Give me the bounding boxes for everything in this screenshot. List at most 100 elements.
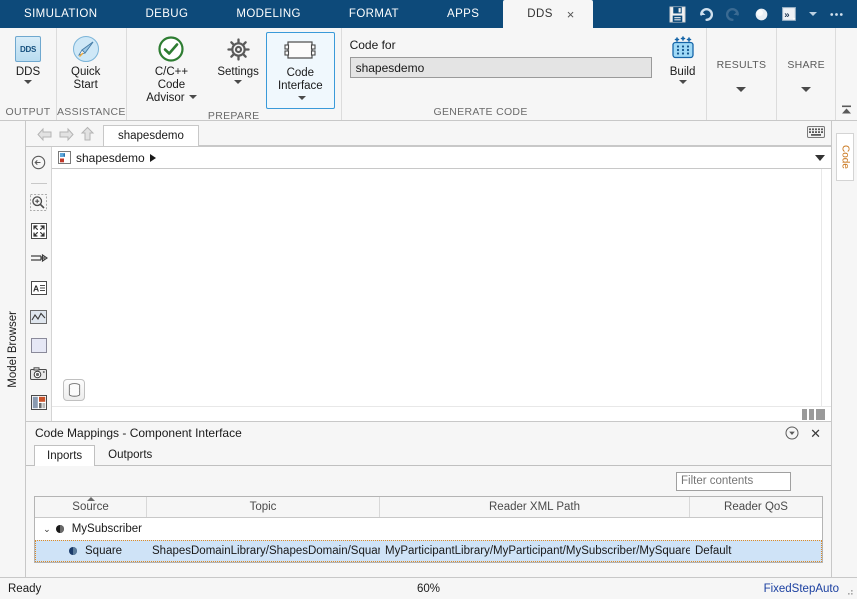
expand-collapse-icon[interactable]: ⌄ — [40, 524, 54, 535]
right-panel-strip: Code — [831, 121, 857, 577]
chevron-down-icon[interactable] — [801, 87, 811, 92]
ribbon-group-assistance-title: ASSISTANCE — [57, 105, 126, 120]
tab-inports[interactable]: Inports — [34, 445, 95, 466]
panel-options-icon[interactable] — [785, 426, 799, 440]
ribbon-tab-label: MODELING — [236, 8, 301, 20]
filter-contents-input[interactable] — [676, 472, 791, 491]
zoom-in-button[interactable] — [29, 193, 49, 213]
settings-button[interactable]: Settings — [210, 32, 266, 84]
table-row[interactable]: Square ShapesDomainLibrary/ShapesDomain/… — [35, 540, 822, 562]
share-button[interactable]: SHARE — [777, 28, 835, 120]
breadcrumb-dropdown-icon[interactable] — [815, 155, 825, 161]
build-button[interactable]: Build — [660, 28, 706, 105]
solver-label[interactable]: FixedStepAuto — [764, 583, 857, 595]
generate-code-body: Code for — [342, 28, 706, 105]
quick-access-toolbar: » — [669, 0, 857, 28]
back-arrow-icon[interactable] — [36, 127, 53, 142]
up-arrow-icon[interactable] — [80, 126, 95, 142]
column-header-reader-qos[interactable]: Reader QoS — [690, 497, 822, 517]
command-window-icon[interactable]: » — [781, 6, 798, 23]
more-options-icon[interactable] — [828, 6, 845, 23]
status-text: Ready — [0, 583, 41, 595]
canvas-toolstrip: A — [26, 147, 52, 421]
ribbon-tab-debug[interactable]: DEBUG — [121, 0, 212, 28]
editor-tab-shapesdemo[interactable]: shapesdemo — [103, 125, 199, 146]
simulink-editor-window: SIMULATION DEBUG MODELING FORMAT APPS DD… — [0, 0, 857, 599]
row-source-label: MySubscriber — [72, 523, 142, 535]
chevron-down-icon[interactable] — [24, 80, 32, 84]
ribbon-tab-list: SIMULATION DEBUG MODELING FORMAT APPS DD… — [0, 0, 593, 28]
column-header-reader-xml-path[interactable]: Reader XML Path — [380, 497, 690, 517]
ribbon-group-prepare-body: C/C++ Code Advisor — [127, 28, 341, 109]
close-icon[interactable]: × — [567, 8, 575, 21]
canvas-vertical-scrollbar[interactable] — [821, 169, 831, 406]
code-interface-button-label: Code Interface — [273, 67, 328, 106]
model-browser-strip[interactable]: Model Browser — [0, 121, 26, 577]
breadcrumb-model-label[interactable]: shapesdemo — [76, 151, 145, 165]
canvas-scroll-grip[interactable] — [802, 409, 825, 420]
ribbon-tab-dds[interactable]: DDS × — [503, 0, 592, 28]
canvas-horizontal-scrollbar[interactable] — [52, 406, 831, 421]
simulink-help-icon[interactable] — [753, 6, 770, 23]
row-source-label: Square — [85, 545, 122, 557]
dds-button[interactable]: DDS DDS — [6, 32, 50, 84]
column-header-topic[interactable]: Topic — [147, 497, 380, 517]
signal-lines-button[interactable] — [29, 250, 49, 270]
ribbon-tab-modeling[interactable]: MODELING — [212, 0, 325, 28]
code-advisor-button-label: C/C++ Code Advisor — [141, 66, 202, 105]
zoom-level[interactable]: 60% — [417, 583, 440, 595]
forward-arrow-icon[interactable] — [58, 127, 75, 142]
code-advisor-button[interactable]: C/C++ Code Advisor — [133, 32, 210, 105]
dds-icon-wrap: DDS — [15, 34, 41, 64]
annotation-button[interactable]: A — [29, 278, 49, 298]
results-button[interactable]: RESULTS — [707, 28, 777, 120]
ribbon-body: DDS DDS OUTPUT — [0, 28, 857, 121]
keyboard-shortcut-button[interactable] — [807, 126, 825, 141]
ribbon-tab-simulation[interactable]: SIMULATION — [0, 0, 121, 28]
collapse-ribbon-button[interactable] — [839, 103, 853, 117]
area-button[interactable] — [29, 335, 49, 355]
ribbon-group-share: SHARE — [776, 28, 835, 120]
hide-explorer-button[interactable] — [29, 153, 49, 173]
ribbon-tabbar: SIMULATION DEBUG MODELING FORMAT APPS DD… — [0, 0, 857, 28]
block-diagram-canvas[interactable]: Subscribe MySubscriber . Square — [52, 169, 821, 406]
build-icon — [668, 34, 698, 64]
canvas-area: shapesdemo Subscribe MySubscriber . Squa… — [52, 147, 831, 421]
ribbon-group-output-title: OUTPUT — [0, 105, 56, 120]
build-button-label: Build — [670, 66, 696, 79]
resize-grip-icon[interactable] — [844, 586, 854, 596]
column-header-topic-label: Topic — [250, 501, 277, 513]
ribbon-group-output: DDS DDS OUTPUT — [0, 28, 56, 120]
column-header-source[interactable]: Source — [35, 497, 147, 517]
editor-main: A — [26, 146, 831, 421]
tab-outports[interactable]: Outports — [95, 444, 165, 465]
editor-nav-arrows — [26, 126, 103, 146]
chevron-down-icon[interactable] — [234, 80, 242, 84]
ribbon-tab-apps[interactable]: APPS — [423, 0, 503, 28]
code-for-input[interactable] — [350, 57, 652, 78]
chevron-down-icon[interactable] — [189, 95, 197, 99]
panel-close-icon[interactable]: ✕ — [810, 427, 821, 440]
chevron-down-icon[interactable] — [298, 96, 306, 100]
redo-icon[interactable] — [725, 6, 742, 23]
model-layers-button[interactable] — [63, 379, 85, 401]
code-panel-button[interactable]: Code — [836, 133, 854, 181]
table-row[interactable]: ⌄ MySubscriber — [35, 518, 822, 540]
camera-button[interactable] — [29, 364, 49, 384]
svg-text:A: A — [33, 284, 39, 294]
library-button[interactable] — [29, 392, 49, 412]
fit-to-view-button[interactable] — [29, 221, 49, 241]
save-icon[interactable] — [669, 6, 686, 23]
scope-button[interactable] — [29, 307, 49, 327]
code-mappings-panel: Code Mappings - Component Interface ✕ In… — [26, 421, 831, 577]
fit-to-view-icon — [31, 223, 47, 239]
ribbon-tab-format[interactable]: FORMAT — [325, 0, 423, 28]
code-interface-button[interactable]: Code Interface — [266, 32, 335, 109]
editor-tabfill — [199, 125, 831, 146]
undo-icon[interactable] — [697, 6, 714, 23]
quick-access-dropdown-icon[interactable] — [809, 12, 817, 16]
quick-start-button[interactable]: Quick Start — [63, 32, 108, 92]
scope-icon — [30, 310, 47, 324]
chevron-down-icon[interactable] — [679, 80, 687, 84]
chevron-down-icon[interactable] — [736, 87, 746, 92]
